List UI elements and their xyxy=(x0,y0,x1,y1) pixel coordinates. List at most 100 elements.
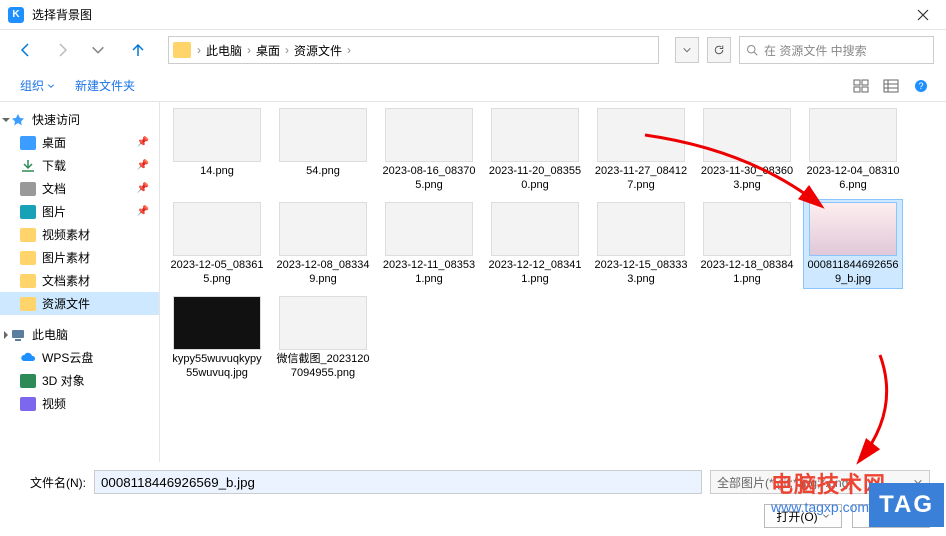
file-thumbnail xyxy=(809,202,897,256)
sidebar-item-this-pc[interactable]: 此电脑 xyxy=(0,323,159,346)
folder-icon xyxy=(20,228,36,242)
view-icon xyxy=(853,79,869,93)
search-placeholder: 在 资源文件 中搜索 xyxy=(764,42,867,59)
chevron-down-icon xyxy=(682,45,692,55)
arrow-up-icon xyxy=(130,42,146,58)
file-thumbnail xyxy=(809,108,897,162)
recent-dropdown[interactable] xyxy=(84,36,112,64)
breadcrumb-segment[interactable]: 桌面 xyxy=(253,42,283,59)
file-name: 2023-08-16_083705.png xyxy=(382,164,476,192)
file-item[interactable]: 2023-12-12_083411.png xyxy=(486,200,584,288)
cancel-button[interactable]: 取消 xyxy=(852,504,930,528)
split-dropdown-icon xyxy=(822,512,830,520)
search-input[interactable]: 在 资源文件 中搜索 xyxy=(739,36,934,64)
sidebar-item-video-material[interactable]: 视频素材 xyxy=(0,223,159,246)
file-item[interactable]: kypy55wuvuqkypy55wuvuq.jpg xyxy=(168,294,266,382)
pc-icon xyxy=(10,328,26,342)
file-item[interactable]: 2023-11-30_083603.png xyxy=(698,106,796,194)
file-thumbnail xyxy=(491,108,579,162)
title-bar: K 选择背景图 xyxy=(0,0,946,30)
file-item[interactable]: 2023-12-05_083615.png xyxy=(168,200,266,288)
sidebar-item-resource-files[interactable]: 资源文件 xyxy=(0,292,159,315)
arrow-left-icon xyxy=(18,42,34,58)
file-name: 2023-12-11_083531.png xyxy=(382,258,476,286)
close-icon xyxy=(917,9,929,21)
file-item[interactable]: 2023-12-15_083333.png xyxy=(592,200,690,288)
file-item[interactable]: 0008118446926569_b.jpg xyxy=(804,200,902,288)
file-item[interactable]: 2023-11-27_084127.png xyxy=(592,106,690,194)
breadcrumb-dropdown[interactable] xyxy=(675,37,699,63)
sidebar-item-downloads[interactable]: 下载📌 xyxy=(0,154,159,177)
sidebar-item-quick-access[interactable]: 快速访问 xyxy=(0,108,159,131)
filetype-filter[interactable]: 全部图片(*.gif;*.jpg;*.png) xyxy=(710,470,930,494)
new-folder-button[interactable]: 新建文件夹 xyxy=(67,73,143,98)
footer: 文件名(N): 全部图片(*.gif;*.jpg;*.png) 打开(O) 取消 xyxy=(0,462,946,536)
file-item[interactable]: 微信截图_20231207094955.png xyxy=(274,294,372,382)
view-options-button[interactable] xyxy=(848,74,874,98)
file-item[interactable]: 2023-12-11_083531.png xyxy=(380,200,478,288)
folder-icon xyxy=(20,274,36,288)
sidebar-item-3d-objects[interactable]: 3D 对象 xyxy=(0,369,159,392)
organize-menu[interactable]: 组织 xyxy=(12,73,63,98)
file-thumbnail xyxy=(385,108,473,162)
folder-icon xyxy=(173,42,191,58)
view-details-button[interactable] xyxy=(878,74,904,98)
chevron-right-icon: › xyxy=(245,43,253,57)
file-item[interactable]: 2023-12-08_083349.png xyxy=(274,200,372,288)
up-button[interactable] xyxy=(124,36,152,64)
arrow-right-icon xyxy=(54,42,70,58)
file-name: 2023-11-20_083550.png xyxy=(488,164,582,192)
cloud-icon xyxy=(20,351,36,365)
file-thumbnail xyxy=(703,108,791,162)
back-button[interactable] xyxy=(12,36,40,64)
breadcrumb[interactable]: › 此电脑 › 桌面 › 资源文件 › xyxy=(168,36,659,64)
nav-bar: › 此电脑 › 桌面 › 资源文件 › 在 资源文件 中搜索 xyxy=(0,30,946,70)
file-name: 2023-11-30_083603.png xyxy=(700,164,794,192)
list-icon xyxy=(883,79,899,93)
sidebar-item-document-material[interactable]: 文档素材 xyxy=(0,269,159,292)
file-thumbnail xyxy=(703,202,791,256)
sidebar-item-picture-material[interactable]: 图片素材 xyxy=(0,246,159,269)
refresh-icon xyxy=(713,44,725,56)
cube-icon xyxy=(20,374,36,388)
sidebar-item-documents[interactable]: 文档📌 xyxy=(0,177,159,200)
sidebar-label: 3D 对象 xyxy=(42,372,85,389)
filename-input[interactable] xyxy=(94,470,702,494)
file-item[interactable]: 2023-11-20_083550.png xyxy=(486,106,584,194)
sidebar-label: 文档素材 xyxy=(42,272,90,289)
file-thumbnail xyxy=(385,202,473,256)
folder-icon xyxy=(20,297,36,311)
file-thumbnail xyxy=(173,202,261,256)
sidebar-item-desktop[interactable]: 桌面📌 xyxy=(0,131,159,154)
open-button[interactable]: 打开(O) xyxy=(764,504,842,528)
chevron-right-icon: › xyxy=(283,43,291,57)
file-thumbnail xyxy=(279,296,367,350)
file-item[interactable]: 2023-12-04_083106.png xyxy=(804,106,902,194)
sidebar-label: 文档 xyxy=(42,180,66,197)
help-button[interactable]: ? xyxy=(908,74,934,98)
breadcrumb-segment[interactable]: 此电脑 xyxy=(203,42,245,59)
file-name: 微信截图_20231207094955.png xyxy=(276,352,370,380)
forward-button[interactable] xyxy=(48,36,76,64)
file-name: 2023-12-08_083349.png xyxy=(276,258,370,286)
breadcrumb-segment[interactable]: 资源文件 xyxy=(291,42,345,59)
sidebar-item-videos[interactable]: 视频 xyxy=(0,392,159,415)
refresh-button[interactable] xyxy=(707,37,731,63)
chevron-down-icon xyxy=(913,477,923,487)
sidebar-label: 资源文件 xyxy=(42,295,90,312)
sidebar-item-pictures[interactable]: 图片📌 xyxy=(0,200,159,223)
file-item[interactable]: 54.png xyxy=(274,106,372,194)
chevron-down-icon xyxy=(90,42,106,58)
file-pane[interactable]: 14.png54.png 2023-08-16_083705.png 2023-11… xyxy=(160,102,946,462)
file-name: 2023-12-15_083333.png xyxy=(594,258,688,286)
video-icon xyxy=(20,397,36,411)
close-button[interactable] xyxy=(908,0,938,30)
file-thumbnail xyxy=(173,296,261,350)
file-item[interactable]: 2023-08-16_083705.png xyxy=(380,106,478,194)
pin-icon: 📌 xyxy=(137,160,149,171)
file-item[interactable]: 14.png xyxy=(168,106,266,194)
sidebar-item-wps[interactable]: WPS云盘 xyxy=(0,346,159,369)
file-grid: 14.png54.png 2023-08-16_083705.png 2023-11… xyxy=(168,106,938,382)
sidebar-label: 图片素材 xyxy=(42,249,90,266)
file-item[interactable]: 2023-12-18_083841.png xyxy=(698,200,796,288)
